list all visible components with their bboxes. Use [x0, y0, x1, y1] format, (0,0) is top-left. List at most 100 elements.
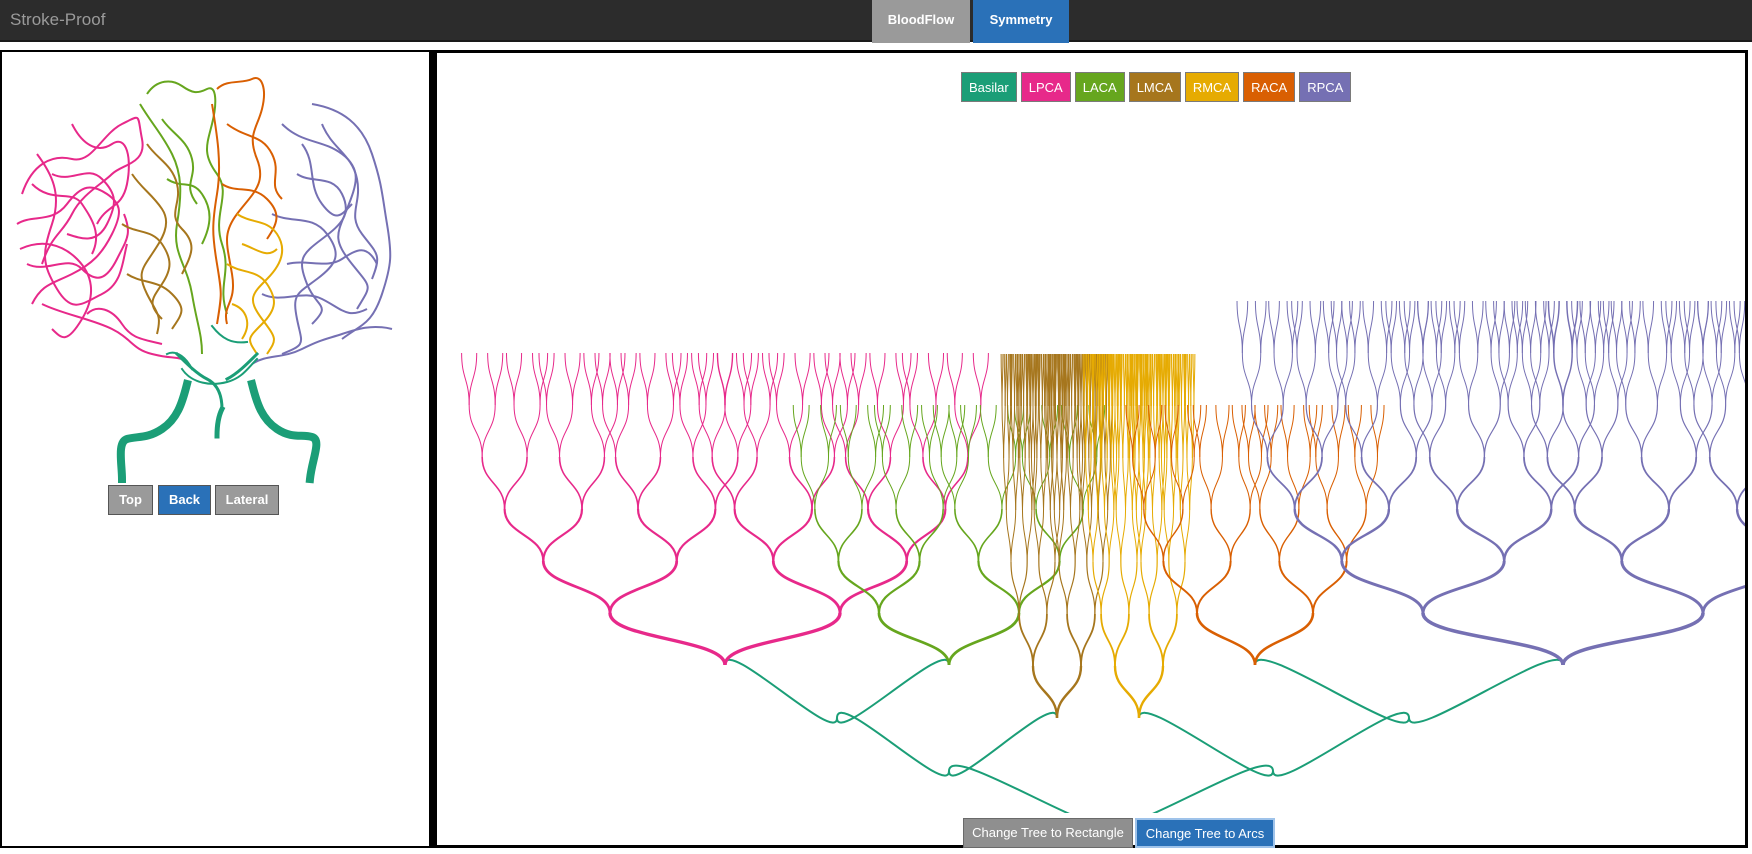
tree-branch: [1184, 509, 1191, 563]
tree-branch: [1561, 612, 1705, 666]
tree-branch: [1069, 457, 1074, 511]
tree-branch: [1114, 613, 1130, 667]
tree-branch: [1074, 509, 1081, 563]
tree-branch: [954, 508, 980, 562]
tree-branch: [1354, 300, 1361, 354]
tree-branch: [1081, 509, 1088, 563]
tree-branch: [659, 404, 674, 458]
tree-branch: [637, 456, 662, 510]
tree-branch: [639, 352, 648, 406]
legend-lmca[interactable]: LMCA: [1128, 72, 1181, 102]
tree-branch: [1221, 404, 1230, 458]
view-lateral-button[interactable]: Lateral: [215, 485, 279, 515]
view-back-button[interactable]: Back: [158, 485, 211, 515]
legend-lpca[interactable]: LPCA: [1020, 72, 1071, 102]
tree-branch: [1422, 352, 1433, 406]
legend-rmca[interactable]: RMCA: [1184, 72, 1240, 102]
tree-branch: [756, 404, 771, 458]
tree-branch: [1456, 456, 1486, 510]
tree-branch: [1336, 300, 1343, 354]
tree-branch: [1576, 352, 1587, 406]
tree-branch: [1122, 457, 1127, 511]
brain-vessel-render[interactable]: [12, 64, 422, 484]
top-navbar: Stroke-Proof BloodFlow Symmetry: [0, 0, 1752, 43]
tree-branch: [1001, 353, 1004, 407]
tree-branch: [1066, 561, 1076, 615]
tree-branch: [1148, 613, 1164, 667]
tree-branch: [572, 352, 581, 406]
view-top-button[interactable]: Top: [108, 485, 153, 515]
tree-branch: [1593, 352, 1605, 406]
tree-branch: [1503, 508, 1553, 562]
legend-laca[interactable]: LACA: [1074, 72, 1125, 102]
tree-branch: [776, 404, 791, 458]
tree-branch: [1702, 352, 1713, 406]
tree-branch: [1689, 300, 1696, 354]
tree-branch: [1376, 404, 1385, 458]
tree-branch: [1398, 300, 1406, 354]
tree-branch: [1701, 584, 1745, 614]
tree-branch: [636, 508, 678, 562]
tree-branch: [1270, 404, 1279, 458]
tree-branch: [1215, 404, 1223, 458]
tree-branch: [1421, 612, 1565, 666]
tree-branch: [646, 352, 656, 406]
tree-branch: [1625, 404, 1643, 458]
tree-branch: [1006, 353, 1009, 407]
tree-branch: [1162, 613, 1178, 667]
tab-bloodflow[interactable]: BloodFlow: [872, 0, 970, 43]
tree-branch: [1282, 352, 1293, 406]
tree-branch: [1738, 352, 1745, 384]
tree-branch: [1287, 404, 1295, 458]
tree-branch: [1125, 457, 1129, 511]
tree-branch: [1100, 613, 1116, 667]
tree-branch: [1150, 353, 1153, 407]
legend-basilar[interactable]: Basilar: [961, 72, 1017, 102]
tree-branch: [1259, 508, 1281, 562]
tree-branch: [1458, 352, 1470, 406]
tree-branch: [987, 456, 1003, 510]
tree-branch: [1573, 456, 1603, 510]
tree-branch: [1620, 560, 1705, 614]
legend-raca[interactable]: RACA: [1243, 72, 1296, 102]
tree-branch: [1616, 300, 1623, 354]
tab-symmetry[interactable]: Symmetry: [973, 0, 1069, 43]
tree-branch: [583, 352, 592, 406]
tree-branch: [1273, 300, 1280, 354]
tree-branch: [1322, 300, 1330, 354]
tree-branch: [1640, 404, 1659, 458]
change-tree-rectangle-button[interactable]: Change Tree to Rectangle: [963, 818, 1133, 848]
tree-branch: [602, 352, 611, 406]
tree-branch: [977, 560, 1021, 614]
tree-branch: [1594, 300, 1602, 354]
tree-branch: [918, 508, 944, 562]
tree-branch: [838, 560, 909, 614]
tree-branch: [1413, 352, 1424, 406]
tree-branch: [1296, 352, 1307, 406]
tree-branch: [1041, 353, 1044, 407]
tree-branch: [711, 404, 726, 458]
tree-branch: [1063, 457, 1067, 511]
tree-branch: [705, 352, 715, 406]
tree-branch: [1066, 613, 1082, 667]
tree-branch: [1621, 300, 1628, 354]
tree-branch: [1182, 405, 1186, 459]
tree-branch: [1003, 457, 1007, 511]
tree-branch: [1573, 508, 1623, 562]
tree-branch: [608, 612, 727, 666]
tree-branch: [558, 456, 583, 510]
tree-edge: [836, 711, 950, 777]
legend-rpca[interactable]: RPCA: [1299, 72, 1352, 102]
tree-branch: [1455, 508, 1506, 562]
tree-branch: [1376, 352, 1388, 406]
tree-branch: [1040, 405, 1043, 459]
tree-branch: [1014, 353, 1016, 407]
change-tree-arcs-button[interactable]: Change Tree to Arcs: [1135, 818, 1275, 848]
tree-branch: [1129, 457, 1133, 511]
tree-branch: [1483, 404, 1501, 458]
vessel-dendrogram[interactable]: [437, 113, 1745, 813]
tree-branch: [468, 404, 483, 458]
tree-branch: [675, 508, 717, 562]
tree-edge: [1138, 711, 1274, 777]
tree-branch: [1137, 665, 1165, 719]
